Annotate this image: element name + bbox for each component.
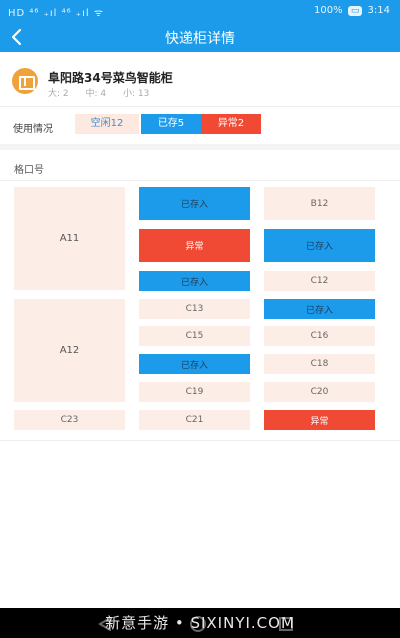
watermark: 新意手游 • SIXINYI.COM <box>105 614 295 632</box>
battery-time: 100% ▭ 3:14 <box>314 5 390 16</box>
divider <box>0 180 400 181</box>
signal-status: HD ⁴⁶ ₊ıl ⁴⁶ ₊ıl ᯤ <box>8 8 104 19</box>
usage-free-chip[interactable]: 空闲12 <box>75 114 139 134</box>
slot-cell[interactable]: A11 <box>14 187 125 290</box>
battery-icon: ▭ <box>347 6 363 16</box>
slots-header: 格口号 <box>14 165 44 176</box>
slot-cell[interactable]: 异常 <box>264 410 375 430</box>
slot-cell[interactable]: 异常 <box>139 229 250 262</box>
title-bar: 快递柜详情 <box>0 22 400 52</box>
divider <box>0 106 400 107</box>
slot-cell[interactable]: A12 <box>14 299 125 402</box>
slot-cell[interactable]: 已存入 <box>139 187 250 220</box>
slot-cell[interactable]: C18 <box>264 354 375 374</box>
section-divider <box>0 144 400 150</box>
divider <box>0 440 400 441</box>
size-small: 小: 13 <box>123 89 150 99</box>
slot-cell[interactable]: C23 <box>14 410 125 430</box>
cabinet-icon <box>12 68 38 94</box>
size-medium: 中: 4 <box>85 89 107 99</box>
slot-cell[interactable]: C21 <box>139 410 250 430</box>
cabinet-name: 阜阳路34号菜鸟智能柜 <box>48 71 173 85</box>
cabinet-sizes: 大: 2 中: 4 小: 13 <box>48 86 163 99</box>
slot-cell[interactable]: C16 <box>264 326 375 346</box>
slot-cell[interactable]: 已存入 <box>264 299 375 319</box>
status-bar: HD ⁴⁶ ₊ıl ⁴⁶ ₊ıl ᯤ 100% ▭ 3:14 <box>0 0 400 22</box>
clock: 3:14 <box>367 5 390 16</box>
usage-stored-chip[interactable]: 已存5 <box>141 114 201 134</box>
slot-cell[interactable]: C12 <box>264 271 375 291</box>
slot-cell[interactable]: 已存入 <box>139 354 250 374</box>
slot-cell[interactable]: B12 <box>264 187 375 220</box>
slot-cell[interactable]: C19 <box>139 382 250 402</box>
size-large: 大: 2 <box>48 89 69 99</box>
slot-cell[interactable]: C13 <box>139 299 250 319</box>
slot-cell[interactable]: C15 <box>139 326 250 346</box>
usage-label: 使用情况 <box>13 124 53 135</box>
slot-cell[interactable]: C20 <box>264 382 375 402</box>
page-title: 快递柜详情 <box>165 31 235 47</box>
usage-abnormal-chip[interactable]: 异常2 <box>201 114 261 134</box>
slot-cell[interactable]: 已存入 <box>264 229 375 262</box>
nav-bar: 新意手游 • SIXINYI.COM <box>0 608 400 638</box>
slot-cell[interactable]: 已存入 <box>139 271 250 291</box>
battery-level: 100% <box>314 5 343 16</box>
cabinet-card: 阜阳路34号菜鸟智能柜 大: 2 中: 4 小: 13 <box>0 58 400 104</box>
